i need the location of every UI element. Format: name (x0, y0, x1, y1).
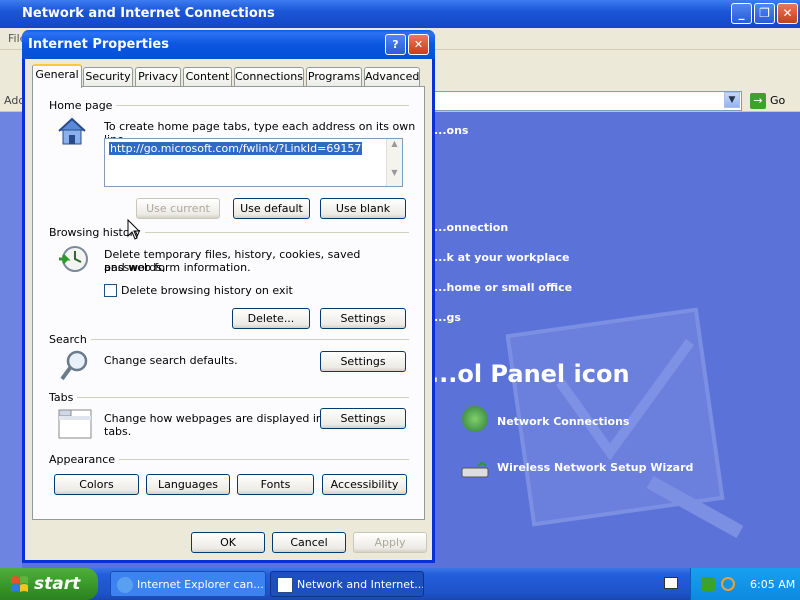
tab-content[interactable]: Content (183, 67, 232, 87)
tab-privacy[interactable]: Privacy (135, 67, 181, 87)
search-magnifier-icon (60, 350, 88, 381)
use-default-button[interactable]: Use default (233, 198, 310, 219)
bg-link-3[interactable]: ...home or small office (434, 281, 572, 294)
mouse-cursor-icon (127, 219, 141, 240)
internet-properties-dialog: Internet Properties ? ✕ General Security… (22, 30, 435, 563)
minimize-button[interactable]: _ (731, 3, 752, 24)
tabs-description-line1: Change how webpages are displayed in (104, 412, 323, 425)
home-house-icon (58, 117, 86, 145)
bg-link-4[interactable]: ...gs (434, 311, 461, 324)
chevron-down-icon[interactable]: ▼ (724, 92, 740, 108)
tab-advanced[interactable]: Advanced (364, 67, 420, 87)
network-globe-icon[interactable] (462, 406, 488, 432)
wireless-setup-wizard-link[interactable]: Wireless Network Setup Wizard (497, 461, 693, 474)
watermark-graphic (505, 307, 744, 539)
tabs-divider (49, 397, 409, 398)
use-blank-button[interactable]: Use blank (320, 198, 406, 219)
ok-button[interactable]: OK (191, 532, 265, 553)
dialog-title: Internet Properties (28, 37, 169, 52)
tabs-window-icon (58, 409, 92, 439)
history-clock-icon (59, 246, 88, 272)
delete-on-exit-checkbox[interactable] (104, 284, 117, 297)
fonts-button[interactable]: Fonts (237, 474, 314, 495)
task-internet-explorer-label: Internet Explorer can... (137, 578, 264, 591)
search-settings-button[interactable]: Settings (320, 351, 406, 372)
help-button[interactable]: ? (385, 34, 406, 55)
tab-connections[interactable]: Connections (234, 67, 304, 87)
start-button[interactable]: start (0, 568, 98, 600)
go-button-label[interactable]: Go (770, 94, 785, 107)
tab-general[interactable]: General (32, 64, 82, 88)
ie-icon (117, 577, 133, 593)
apply-button[interactable]: Apply (353, 532, 427, 553)
delete-history-button[interactable]: Delete... (232, 308, 310, 329)
task-internet-explorer[interactable]: Internet Explorer can... (110, 571, 266, 597)
tabs-group-label: Tabs (49, 391, 78, 404)
dialog-close-button[interactable]: ✕ (408, 34, 429, 55)
bg-link-0[interactable]: ...ons (434, 124, 468, 137)
task-network-connections[interactable]: Network and Internet... (270, 571, 424, 597)
appearance-group-label: Appearance (49, 453, 120, 466)
background-window-title: Network and Internet Connections (22, 6, 275, 21)
pick-control-panel-heading: ...ol Panel icon (430, 360, 630, 388)
url-scrollbar[interactable]: ▲ ▼ (386, 139, 402, 186)
tab-security[interactable]: Security (83, 67, 133, 87)
colors-button[interactable]: Colors (54, 474, 139, 495)
history-settings-button[interactable]: Settings (320, 308, 406, 329)
bg-link-1[interactable]: ...onnection (434, 221, 508, 234)
home-page-group-label: Home page (49, 99, 117, 112)
delete-on-exit-label[interactable]: Delete browsing history on exit (121, 284, 293, 297)
address-input[interactable] (426, 91, 742, 111)
windows-flag-icon (11, 576, 28, 592)
home-page-url-textarea[interactable]: http://go.microsoft.com/fwlink/?LinkId=6… (104, 138, 403, 187)
task-network-connections-label: Network and Internet... (297, 578, 424, 591)
maximize-button[interactable]: ❐ (754, 3, 775, 24)
background-left-pane (0, 112, 22, 568)
accessibility-button[interactable]: Accessibility (322, 474, 407, 495)
general-tab-panel: Home page To create home page tabs, type… (32, 86, 425, 520)
network-connections-link[interactable]: Network Connections (497, 415, 629, 428)
clock[interactable]: 6:05 AM (750, 578, 795, 591)
tabs-settings-button[interactable]: Settings (320, 408, 406, 429)
tabs-description-line2: tabs. (104, 425, 132, 438)
browsing-history-description-line2: and web form information. (104, 261, 251, 274)
folder-window-icon (277, 577, 293, 593)
search-divider (49, 339, 409, 340)
home-page-url-text: http://go.microsoft.com/fwlink/?LinkId=6… (109, 142, 363, 155)
use-current-button[interactable]: Use current (136, 198, 220, 219)
background-titlebar[interactable]: Network and Internet Connections _ ❐ ✕ (0, 0, 800, 28)
dialog-titlebar[interactable]: Internet Properties ? ✕ (22, 30, 435, 59)
bg-link-2[interactable]: ...k at your workplace (434, 251, 570, 264)
search-group-label: Search (49, 333, 91, 346)
search-tray-icon[interactable] (721, 577, 735, 591)
tab-programs[interactable]: Programs (306, 67, 362, 87)
languages-button[interactable]: Languages (146, 474, 230, 495)
keyboard-tray-icon[interactable] (664, 577, 678, 589)
wireless-wizard-icon[interactable] (460, 456, 492, 480)
cancel-button[interactable]: Cancel (272, 532, 346, 553)
taskbar: start Internet Explorer can... Network a… (0, 568, 800, 600)
start-label: start (34, 574, 81, 594)
go-arrow-icon[interactable]: → (750, 93, 766, 109)
network-tray-icon[interactable] (701, 577, 715, 591)
search-description: Change search defaults. (104, 354, 238, 367)
background-close-button[interactable]: ✕ (777, 3, 798, 24)
